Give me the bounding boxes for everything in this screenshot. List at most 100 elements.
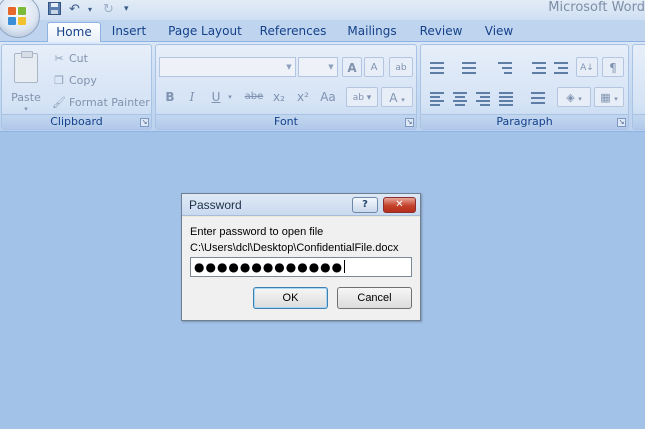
italic-icon: I [189, 90, 195, 104]
highlight-button[interactable]: ab ▾ [346, 87, 378, 107]
font-group: ▼ ▼ A A ab B I U ▾ abe x₂ x² Aa ab ▾ A ▾… [155, 44, 417, 130]
text-caret [344, 260, 346, 273]
underline-icon: U [211, 90, 221, 104]
superscript-button[interactable]: x² [292, 87, 314, 107]
highlighter-icon: ab [352, 93, 364, 103]
undo-icon[interactable]: ↶ [69, 2, 80, 17]
cut-label: Cut [69, 52, 88, 65]
chevron-down-icon: ▼ [328, 63, 334, 71]
clear-formatting-icon: ab [395, 63, 407, 73]
tab-insert[interactable]: Insert [106, 22, 152, 43]
ok-button[interactable]: OK [253, 287, 328, 309]
paragraph-launcher-icon[interactable]: ↘ [617, 118, 626, 127]
copy-label: Copy [69, 74, 97, 87]
paragraph-group: A↓ ¶ ◈ ▾ ▦ ▾ Paragraph ↘ [420, 44, 629, 130]
format-painter-label: Format Painter [69, 96, 150, 109]
clear-formatting-button[interactable]: ab [389, 57, 413, 77]
borders-icon: ▦ [600, 91, 611, 104]
shrink-font-icon: A [370, 62, 378, 73]
cancel-button[interactable]: Cancel [337, 287, 412, 309]
subscript-icon: x₂ [273, 90, 285, 104]
password-dialog: Password ? ✕ Enter password to open file… [181, 193, 421, 321]
help-icon: ? [362, 199, 368, 210]
clipboard-group-label: Clipboard [2, 114, 151, 129]
password-value: ●●●●●●●●●●●●● [194, 260, 344, 274]
password-input[interactable]: ●●●●●●●●●●●●● [190, 257, 412, 277]
copy-icon: ❐ [54, 74, 64, 87]
superscript-icon: x² [297, 90, 309, 104]
paragraph-group-label: Paragraph [421, 114, 628, 129]
strikethrough-button[interactable]: abe [242, 87, 266, 107]
close-button[interactable]: ✕ [383, 197, 416, 213]
styles-group-partial [632, 44, 645, 130]
copy-button[interactable]: ❐ Copy [52, 72, 97, 90]
help-button[interactable]: ? [352, 197, 378, 213]
font-size-combo[interactable]: ▼ [298, 57, 338, 77]
bullets-icon[interactable] [427, 59, 447, 77]
decrease-indent-icon[interactable] [529, 59, 549, 77]
clipboard-group: Paste ▾ ✂ Cut ❐ Copy 🖌 Format Painter Clipb… [1, 44, 152, 130]
change-case-icon: Aa [320, 90, 336, 104]
paint-bucket-icon: ◈ [566, 91, 575, 104]
dialog-title-bar[interactable]: Password ? ✕ [182, 194, 420, 216]
multilevel-list-icon[interactable] [495, 59, 515, 77]
scissors-icon: ✂ [54, 52, 64, 65]
borders-button[interactable]: ▦ ▾ [594, 87, 624, 107]
chevron-down-icon: ▼ [286, 63, 292, 71]
title-bar: ↶ ▾ ↻ ▾ Microsoft Word [0, 0, 645, 20]
underline-dropdown-icon[interactable]: ▾ [225, 87, 235, 107]
redo-icon[interactable]: ↻ [103, 2, 114, 17]
grow-font-button[interactable]: A [342, 57, 362, 77]
paintbrush-icon: 🖌 [52, 96, 66, 109]
align-right-icon[interactable] [473, 89, 493, 107]
tab-page-layout[interactable]: Page Layout [165, 22, 245, 43]
dialog-title: Password [189, 198, 242, 212]
italic-button[interactable]: I [183, 87, 201, 107]
tab-view[interactable]: View [479, 22, 519, 43]
dialog-body: Enter password to open file C:\Users\dcl… [182, 217, 420, 320]
align-center-icon[interactable] [450, 89, 470, 107]
paste-label: Paste [11, 91, 41, 104]
tab-review[interactable]: Review [415, 22, 467, 43]
paste-button[interactable]: Paste ▾ [6, 51, 46, 113]
file-path: C:\Users\dcl\Desktop\ConfidentialFile.do… [190, 242, 399, 254]
shading-button[interactable]: ◈ ▾ [557, 87, 591, 107]
font-launcher-icon[interactable]: ↘ [405, 118, 414, 127]
shrink-font-button[interactable]: A [364, 57, 384, 77]
font-group-label: Font [156, 114, 416, 129]
underline-button[interactable]: U [207, 87, 225, 107]
numbering-icon[interactable] [459, 59, 479, 77]
cut-button[interactable]: ✂ Cut [52, 50, 88, 68]
sort-icon: A↓ [580, 63, 594, 73]
format-painter-button[interactable]: 🖌 Format Painter [52, 94, 150, 112]
save-icon[interactable] [48, 2, 61, 19]
font-color-button[interactable]: A ▾ [381, 87, 413, 107]
increase-indent-icon[interactable] [551, 59, 571, 77]
close-icon: ✕ [395, 199, 404, 210]
font-color-icon: A [389, 91, 398, 105]
line-spacing-icon[interactable] [525, 89, 545, 107]
pilcrow-icon: ¶ [609, 61, 617, 75]
undo-dropdown-icon[interactable]: ▾ [88, 5, 92, 14]
align-left-icon[interactable] [427, 89, 447, 107]
subscript-button[interactable]: x₂ [268, 87, 290, 107]
show-marks-button[interactable]: ¶ [602, 57, 624, 77]
grow-font-icon: A [347, 61, 357, 75]
tab-mailings[interactable]: Mailings [341, 22, 403, 43]
clipboard-launcher-icon[interactable]: ↘ [140, 118, 149, 127]
customize-quick-access-icon[interactable]: ▾ [124, 4, 129, 14]
ribbon-tabs: Home Insert Page Layout References Maili… [0, 20, 645, 44]
paste-dropdown-icon: ▾ [24, 105, 28, 113]
ribbon: Paste ▾ ✂ Cut ❐ Copy 🖌 Format Painter Clipb… [0, 42, 645, 132]
justify-icon[interactable] [496, 89, 516, 107]
office-logo-icon [8, 7, 28, 27]
bold-button[interactable]: B [161, 87, 179, 107]
font-name-combo[interactable]: ▼ [159, 57, 296, 77]
sort-button[interactable]: A↓ [576, 57, 598, 77]
tab-references[interactable]: References [257, 22, 329, 43]
change-case-button[interactable]: Aa [316, 87, 340, 107]
tab-home[interactable]: Home [47, 22, 101, 44]
styles-group-label [633, 114, 645, 129]
password-prompt: Enter password to open file [190, 226, 324, 238]
bold-icon: B [165, 90, 175, 104]
